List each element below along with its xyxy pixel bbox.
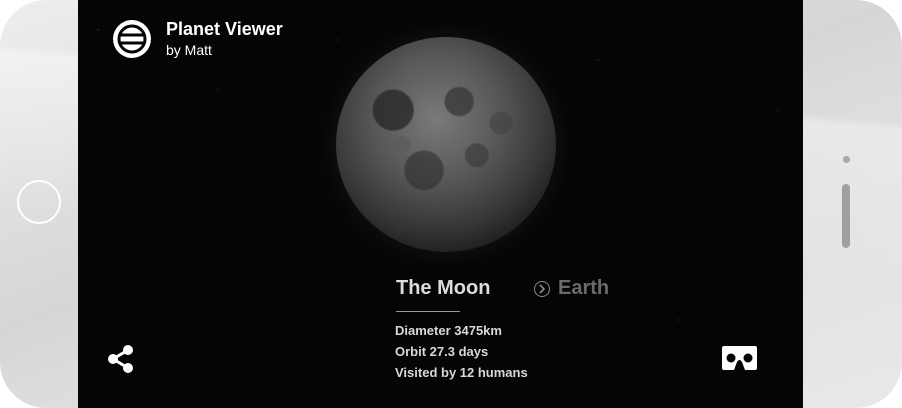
stat-diameter: Diameter 3475km: [395, 323, 502, 338]
app-screen: Planet Viewer by Matt The Moon Earth Dia…: [78, 0, 803, 408]
share-icon: [108, 345, 133, 373]
app-title: Planet Viewer: [166, 19, 283, 39]
speaker-grille: [842, 184, 850, 248]
stat-visitors: Visited by 12 humans: [395, 365, 528, 380]
chevron-right-circle-icon: [534, 280, 550, 297]
stat-orbit: Orbit 27.3 days: [395, 344, 489, 359]
next-planet-button[interactable]: Earth: [534, 277, 609, 300]
camera-dot: [843, 156, 850, 163]
current-planet-name: The Moon: [396, 277, 491, 299]
vr-mode-button[interactable]: [721, 345, 758, 371]
vr-headset-icon: [722, 346, 757, 370]
moon-planet[interactable]: [336, 37, 556, 252]
home-button[interactable]: [17, 180, 61, 224]
cardboard-logo-icon: [111, 18, 153, 60]
share-button[interactable]: [106, 344, 136, 374]
next-planet-label: Earth: [558, 277, 610, 299]
planet-name-underline: [396, 311, 460, 312]
app-author: by Matt: [166, 42, 212, 58]
